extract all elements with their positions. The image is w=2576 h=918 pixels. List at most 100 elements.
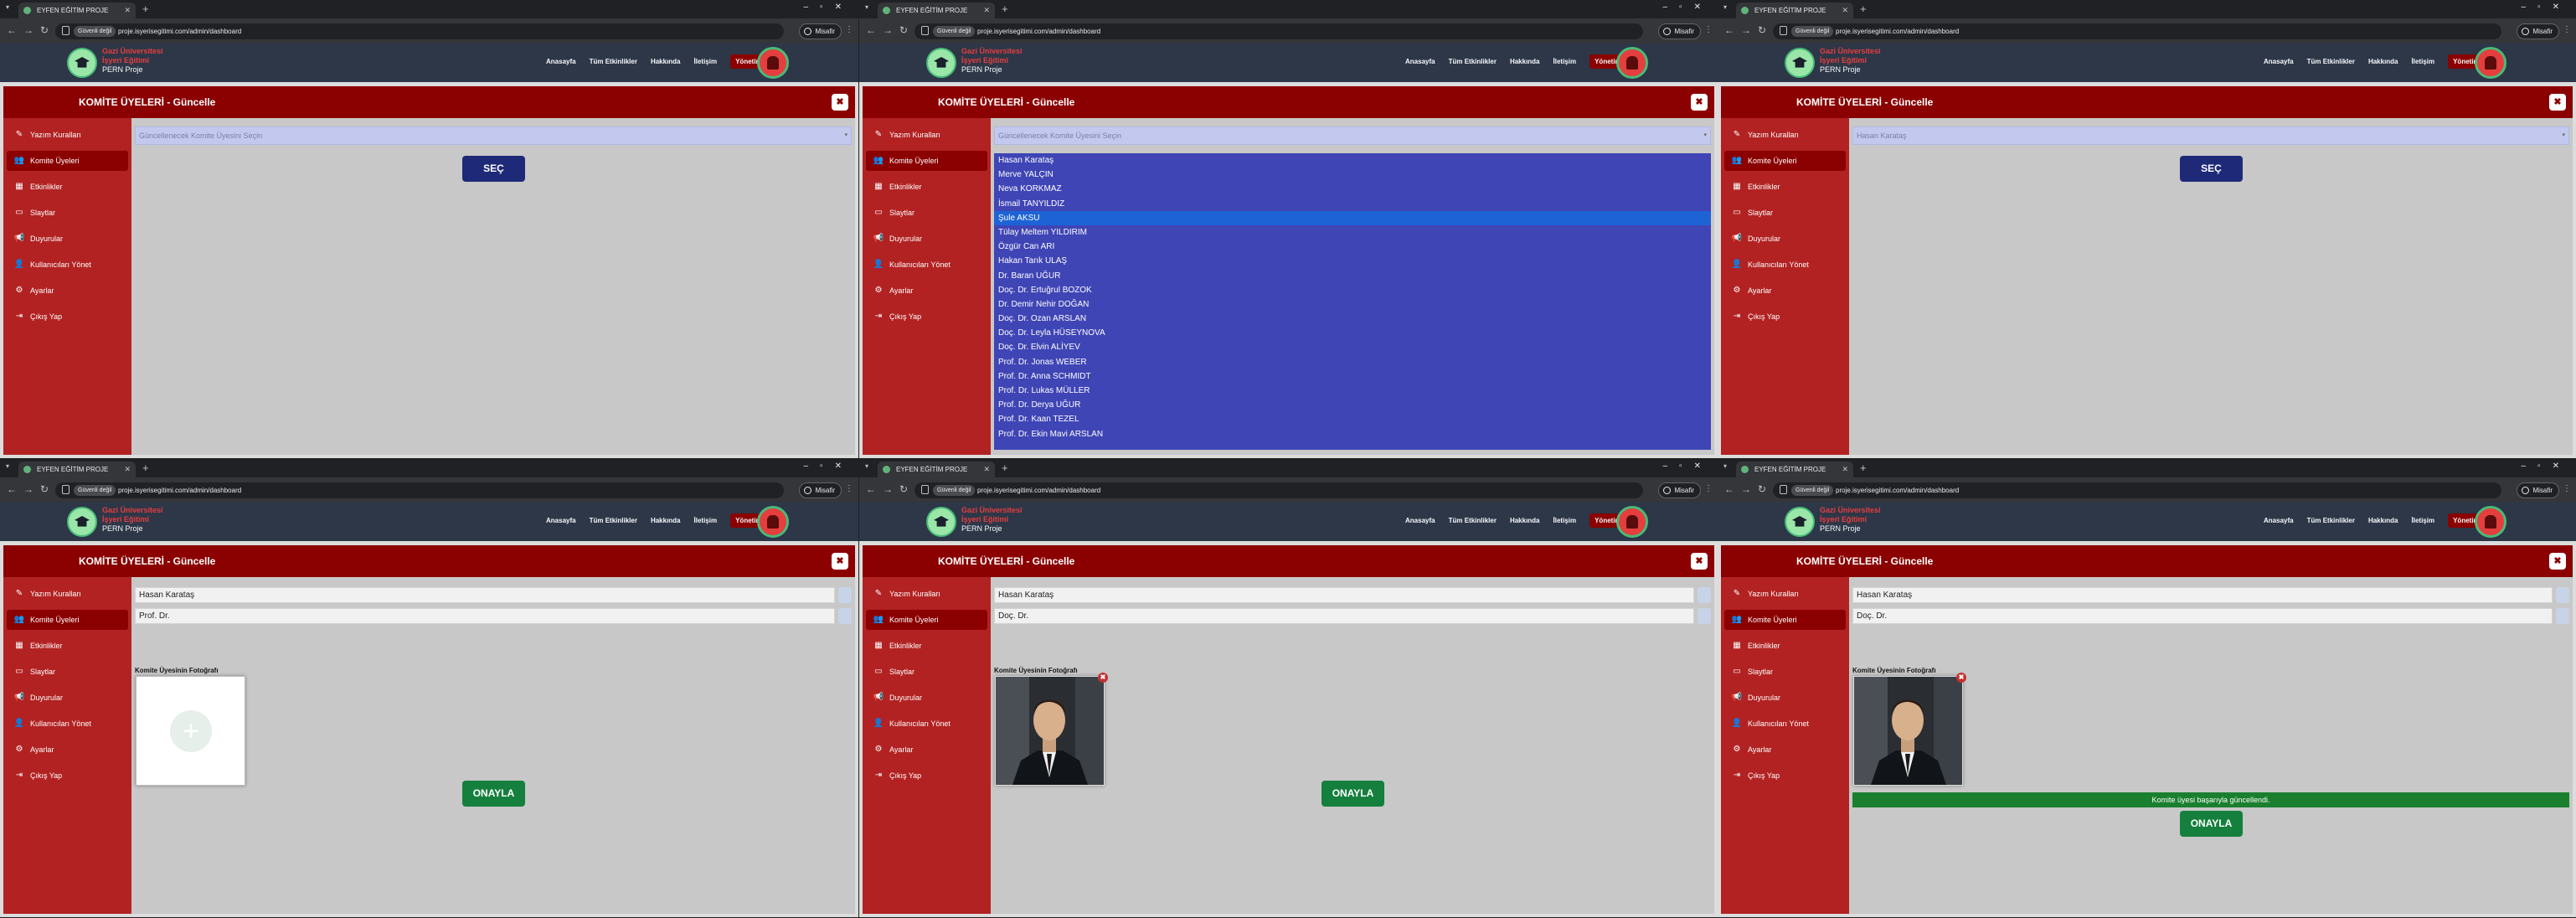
tab-search-icon[interactable]: ▾ [1723, 3, 1727, 11]
back-icon[interactable]: ← [1724, 483, 1734, 495]
sidebar-item-komite-uyeleri[interactable]: 👥 Komite Üyeleri [7, 610, 128, 630]
sidebar-item-etkinlikler[interactable]: ▦ Etkinlikler [7, 177, 128, 197]
sidebar-item-slaytlar[interactable]: ▭ Slaytlar [866, 203, 987, 223]
nav-hakkinda[interactable]: Hakkında [2368, 517, 2398, 524]
address-bar[interactable]: Güvenli değil proje.isyerisegitimi.com/a… [55, 23, 784, 39]
sidebar-item-komite-uyeleri[interactable]: 👥 Komite Üyeleri [866, 151, 987, 171]
dropdown-option[interactable]: Doç. Dr. Ertuğrul BOZOK [994, 283, 1711, 297]
confirm-button[interactable]: ONAYLA [1321, 781, 1384, 807]
sidebar-item-kullanicilari-yonet[interactable]: 👤 Kullanıcıları Yönet [7, 255, 128, 275]
user-avatar[interactable] [2475, 47, 2506, 79]
forward-icon[interactable]: → [883, 24, 893, 36]
browser-tab[interactable]: EYFEN EĞİTİM PROJE ✕ [18, 3, 136, 18]
sidebar-item-kullanicilari-yonet[interactable]: 👤 Kullanıcıları Yönet [866, 714, 987, 734]
user-avatar[interactable] [1616, 506, 1648, 538]
sidebar-item-yazim-kurallari[interactable]: ✎ Yazım Kuralları [866, 125, 987, 145]
window-controls[interactable]: –▫✕ [2522, 462, 2572, 471]
tab-search-icon[interactable]: ▾ [6, 3, 9, 11]
security-badge[interactable]: Güvenli değil [1791, 485, 1834, 496]
browser-tab[interactable]: EYFEN EĞİTİM PROJE ✕ [18, 462, 136, 477]
sidebar-item-komite-uyeleri[interactable]: 👥 Komite Üyeleri [866, 610, 987, 630]
sidebar-item-etkinlikler[interactable]: ▦ Etkinlikler [866, 177, 987, 197]
tab-close-icon[interactable]: ✕ [983, 3, 990, 18]
sidebar-item-etkinlikler[interactable]: ▦ Etkinlikler [7, 636, 128, 656]
confirm-button[interactable]: ONAYLA [2180, 811, 2243, 837]
name-field[interactable]: Hasan Karataş [994, 587, 1694, 603]
nav-hakkinda[interactable]: Hakkında [651, 58, 681, 65]
window-controls[interactable]: –▫✕ [804, 3, 854, 12]
forward-icon[interactable]: → [1741, 24, 1751, 36]
nav-hakkinda[interactable]: Hakkında [1510, 58, 1540, 65]
name-field[interactable]: Hasan Karataş [1852, 587, 2553, 603]
menu-icon[interactable]: ⋮ [2563, 25, 2571, 34]
user-avatar[interactable] [1616, 47, 1648, 79]
nav-tum-etkinlikler[interactable]: Tüm Etkinlikler [1449, 58, 1497, 65]
address-bar[interactable]: Güvenli değil proje.isyerisegitimi.com/a… [55, 482, 784, 498]
menu-icon[interactable]: ⋮ [845, 25, 853, 34]
member-select[interactable]: Güncellenecek Komite Üyesini Seçin ▾ [994, 126, 1711, 145]
reload-icon[interactable]: ↻ [1758, 483, 1766, 495]
nav-tum-etkinlikler[interactable]: Tüm Etkinlikler [2307, 517, 2355, 524]
address-bar[interactable]: Güvenli değil proje.isyerisegitimi.com/a… [1773, 482, 2501, 498]
dropdown-option[interactable]: Hakan Tarık ULAŞ [994, 254, 1711, 268]
sidebar-item-ayarlar[interactable]: ⚙ Ayarlar [1724, 281, 1846, 301]
tab-close-icon[interactable]: ✕ [124, 3, 131, 18]
new-tab-icon[interactable]: + [1860, 462, 1867, 475]
sidebar-item-slaytlar[interactable]: ▭ Slaytlar [7, 662, 128, 682]
sidebar-item-duyurular[interactable]: 📢 Duyurular [866, 688, 987, 708]
info-icon[interactable] [921, 26, 929, 35]
browser-tab[interactable]: EYFEN EĞİTİM PROJE ✕ [878, 462, 995, 477]
back-icon[interactable]: ← [7, 24, 17, 36]
back-icon[interactable]: ← [7, 483, 17, 495]
back-icon[interactable]: ← [866, 483, 876, 495]
menu-icon[interactable]: ⋮ [1704, 25, 1713, 34]
window-controls[interactable]: –▫✕ [1663, 462, 1713, 471]
title-field[interactable]: Doç. Dr. [994, 608, 1694, 624]
nav-hakkinda[interactable]: Hakkında [2368, 58, 2398, 65]
sidebar-item-yazim-kurallari[interactable]: ✎ Yazım Kuralları [1724, 125, 1846, 145]
profile-button[interactable]: Misafir [799, 482, 842, 498]
info-icon[interactable] [1780, 26, 1787, 35]
profile-button[interactable]: Misafir [1658, 482, 1701, 498]
info-icon[interactable] [62, 26, 70, 35]
sidebar-item-cikis-yap[interactable]: ⇥ Çıkış Yap [1724, 766, 1846, 786]
sidebar-item-kullanicilari-yonet[interactable]: 👤 Kullanıcıları Yönet [1724, 255, 1846, 275]
nav-hakkinda[interactable]: Hakkında [651, 517, 681, 524]
dropdown-option[interactable]: Prof. Dr. Derya UĞUR [994, 398, 1711, 412]
dropdown-option[interactable]: Prof. Dr. Kaan TEZEL [994, 412, 1711, 426]
sidebar-item-slaytlar[interactable]: ▭ Slaytlar [7, 203, 128, 223]
close-icon[interactable]: ✖ [2549, 94, 2566, 111]
nav-iletisim[interactable]: İletişim [694, 517, 718, 524]
sidebar-item-yazim-kurallari[interactable]: ✎ Yazım Kuralları [1724, 584, 1846, 604]
forward-icon[interactable]: → [883, 483, 893, 495]
browser-tab[interactable]: EYFEN EĞİTİM PROJE ✕ [878, 3, 995, 18]
dropdown-option[interactable]: İsmail TANYILDIZ [994, 197, 1711, 211]
nav-anasayfa[interactable]: Anasayfa [546, 58, 576, 65]
nav-iletisim[interactable]: İletişim [1553, 517, 1577, 524]
reload-icon[interactable]: ↻ [40, 24, 49, 36]
dropdown-option[interactable]: Şule AKSU [994, 210, 1711, 225]
tab-close-icon[interactable]: ✕ [124, 462, 131, 477]
sidebar-item-komite-uyeleri[interactable]: 👥 Komite Üyeleri [7, 151, 128, 171]
sidebar-item-etkinlikler[interactable]: ▦ Etkinlikler [866, 636, 987, 656]
sidebar-item-slaytlar[interactable]: ▭ Slaytlar [1724, 662, 1846, 682]
nav-iletisim[interactable]: İletişim [694, 58, 718, 65]
address-bar[interactable]: Güvenli değil proje.isyerisegitimi.com/a… [914, 23, 1643, 39]
sidebar-item-ayarlar[interactable]: ⚙ Ayarlar [866, 281, 987, 301]
tab-search-icon[interactable]: ▾ [865, 3, 868, 11]
new-tab-icon[interactable]: + [142, 462, 149, 475]
new-tab-icon[interactable]: + [1002, 3, 1008, 16]
security-badge[interactable]: Güvenli değil [933, 485, 976, 496]
profile-button[interactable]: Misafir [1658, 23, 1701, 39]
back-icon[interactable]: ← [866, 24, 876, 36]
sidebar-item-cikis-yap[interactable]: ⇥ Çıkış Yap [866, 307, 987, 327]
logo[interactable] [926, 507, 956, 537]
new-tab-icon[interactable]: + [1860, 3, 1867, 16]
security-badge[interactable]: Güvenli değil [74, 485, 116, 496]
reload-icon[interactable]: ↻ [899, 24, 908, 36]
sidebar-item-duyurular[interactable]: 📢 Duyurular [866, 229, 987, 249]
close-icon[interactable]: ✖ [832, 94, 848, 111]
sidebar-item-duyurular[interactable]: 📢 Duyurular [7, 688, 128, 708]
menu-icon[interactable]: ⋮ [845, 484, 853, 493]
forward-icon[interactable]: → [1741, 483, 1751, 495]
